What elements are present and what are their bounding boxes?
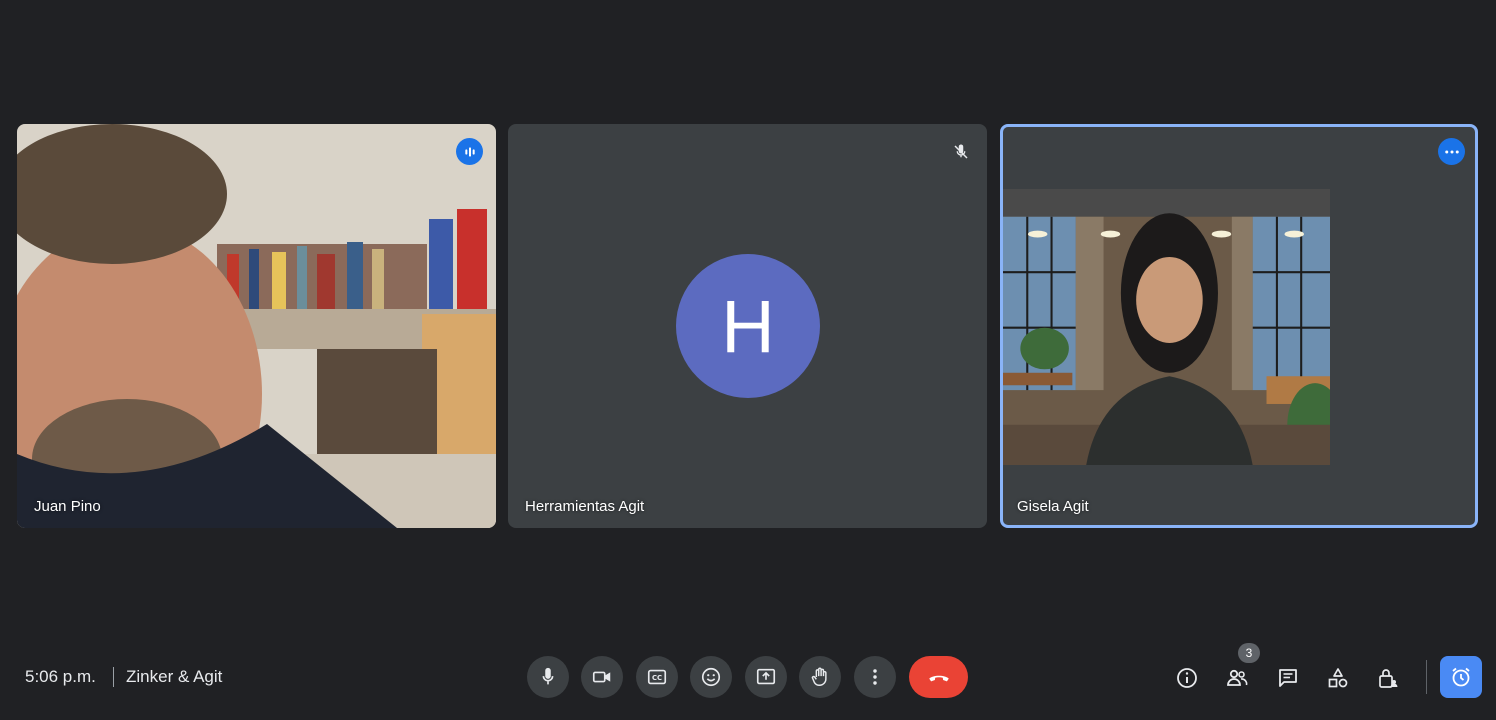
raise-hand-button[interactable]: [799, 656, 841, 698]
more-vert-icon: [873, 669, 877, 685]
camera-icon: [592, 671, 611, 683]
more-options-button[interactable]: [854, 656, 896, 698]
speaking-indicator-icon: [456, 138, 483, 165]
participant-tile-gisela-agit[interactable]: Gisela Agit: [1000, 124, 1478, 528]
divider: [1426, 660, 1427, 694]
participant-video: [1003, 189, 1331, 465]
participant-name: Juan Pino: [34, 498, 101, 515]
lock-person-icon: [1379, 669, 1398, 688]
hang-up-icon: [928, 675, 949, 682]
host-controls-button[interactable]: [1373, 663, 1403, 693]
more-options-icon[interactable]: [1438, 138, 1465, 165]
people-icon: [1227, 669, 1248, 686]
alarm-clock-icon: [1452, 667, 1470, 687]
participant-name: Gisela Agit: [1017, 498, 1089, 515]
activities-button[interactable]: [1323, 663, 1353, 693]
present-screen-icon: [756, 668, 776, 685]
meeting-details-button[interactable]: [1172, 663, 1202, 693]
svg-text:CC: CC: [652, 674, 662, 682]
participant-video: [17, 124, 496, 528]
mic-off-icon: [947, 138, 974, 165]
divider: [113, 667, 114, 687]
microphone-button[interactable]: [527, 656, 569, 698]
participant-tile-herramientas-agit[interactable]: H Herramientas Agit: [508, 124, 987, 528]
closed-captions-icon: CC: [647, 669, 667, 685]
meeting-title[interactable]: Zinker & Agit: [126, 667, 222, 687]
avatar: H: [676, 254, 820, 398]
participant-tile-juan-pino[interactable]: Juan Pino: [17, 124, 496, 528]
chat-icon: [1279, 669, 1297, 687]
shapes-icon: [1328, 668, 1348, 688]
present-screen-button[interactable]: [745, 656, 787, 698]
chat-button[interactable]: [1273, 663, 1303, 693]
people-button[interactable]: [1222, 663, 1252, 693]
timer-button[interactable]: [1440, 656, 1482, 698]
info-icon: [1177, 668, 1197, 688]
microphone-icon: [542, 667, 554, 685]
participant-name: Herramientas Agit: [525, 498, 645, 515]
captions-button[interactable]: CC: [636, 656, 678, 698]
emoji-icon: [701, 667, 721, 687]
current-time: 5:06 p.m.: [25, 667, 96, 686]
people-count-badge: 3: [1238, 643, 1260, 663]
camera-button[interactable]: [581, 656, 623, 698]
raise-hand-icon: [811, 667, 827, 686]
emoji-reaction-button[interactable]: [690, 656, 732, 698]
leave-call-button[interactable]: [909, 656, 968, 698]
